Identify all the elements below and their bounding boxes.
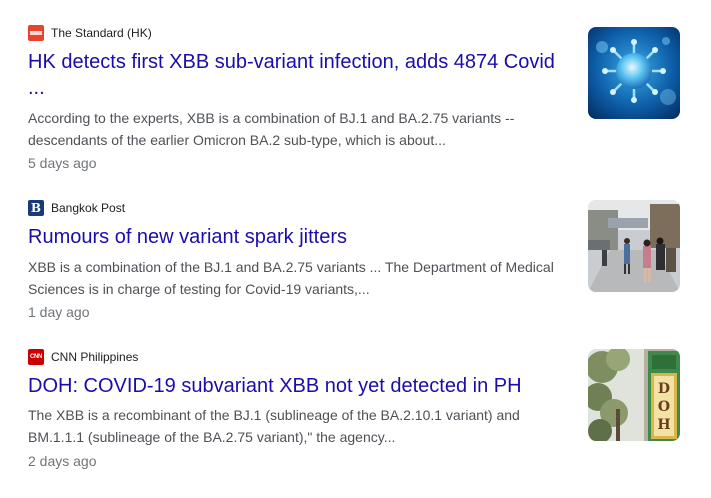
published-age: 2 days ago [28, 453, 97, 469]
news-result: CNN CNN Philippines DOH: COVID-19 subvar… [0, 349, 711, 498]
headline-line: Rumours of new variant spark jitters [28, 226, 348, 248]
snippet: XBB is a combination of the BJ.1 and BA.… [28, 256, 558, 300]
source-name: Bangkok Post [51, 201, 126, 215]
svg-text:D: D [658, 381, 670, 397]
headline-link[interactable]: Rumours of new variant spark jitters [28, 224, 568, 250]
source-name: CNN Philippines [51, 350, 139, 364]
published-age: 1 day ago [28, 304, 90, 320]
thumbnail-street-image[interactable] [588, 200, 680, 292]
snippet-line: Sciences is in charge of testing for Cov… [28, 281, 370, 297]
snippet-line: XBB is a combination of the BJ.1 and BA.… [28, 259, 554, 275]
source-name: The Standard (HK) [51, 26, 152, 40]
headline-link[interactable]: DOH: COVID-19 subvariant XBB not yet det… [28, 373, 568, 399]
headline-ellipsis: ... [28, 77, 45, 99]
thumbnail-doh-sign-image[interactable]: D O H [588, 349, 680, 441]
news-result: B Bangkok Post Rumours of new variant sp… [0, 200, 711, 349]
virus-image [588, 27, 680, 119]
headline-line: DOH: COVID-19 subvariant XBB not yet det… [28, 375, 522, 397]
headline-line: HK detects first XBB sub-variant infecti… [28, 51, 555, 73]
snippet: The XBB is a recombinant of the BJ.1 (su… [28, 404, 558, 448]
source-row[interactable]: CNN CNN Philippines [28, 349, 138, 365]
street-crowd-image [588, 200, 680, 292]
published-age: 5 days ago [28, 155, 97, 171]
source-row[interactable]: B Bangkok Post [28, 200, 125, 216]
doh-sign-image: D O H [588, 349, 680, 441]
snippet-line: The XBB is a recombinant of the BJ.1 (su… [28, 407, 520, 423]
snippet: According to the experts, XBB is a combi… [28, 107, 558, 151]
news-result: The Standard (HK) HK detects first XBB s… [0, 25, 711, 174]
svg-text:O: O [658, 399, 670, 415]
bangkok-post-favicon-icon: B [28, 200, 44, 216]
source-row[interactable]: The Standard (HK) [28, 25, 152, 41]
snippet-line: According to the experts, XBB is a combi… [28, 110, 515, 126]
headline-link[interactable]: HK detects first XBB sub-variant infecti… [28, 49, 568, 101]
cnn-philippines-favicon-icon: CNN [28, 349, 44, 365]
svg-text:H: H [657, 417, 670, 433]
snippet-line: descendants of the earlier Omicron BA.2 … [28, 132, 446, 148]
snippet-line: BM.1.1.1 (sublineage of the BA.2.75 vari… [28, 429, 396, 445]
thumbnail-virus-image[interactable] [588, 27, 680, 119]
the-standard-favicon-icon [28, 25, 44, 41]
